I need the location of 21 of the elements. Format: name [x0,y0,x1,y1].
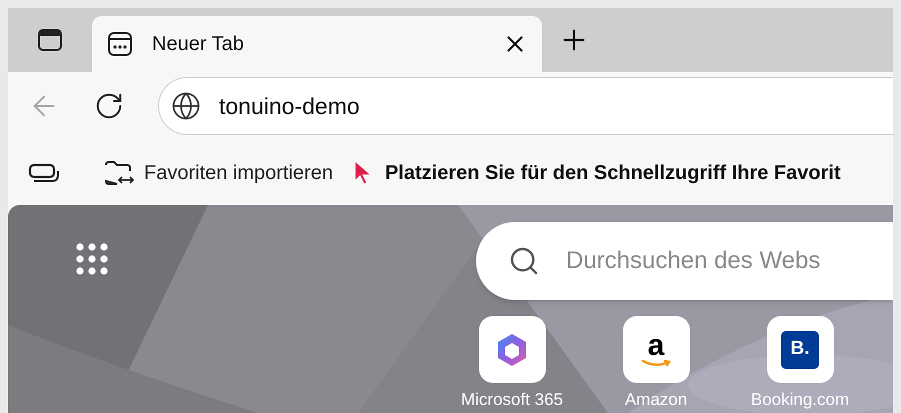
booking-logo: B. [781,330,819,368]
search-field[interactable]: Durchsuchen des Webs [476,222,893,300]
tab-title: Neuer Tab [152,32,245,57]
tab-actions-icon[interactable] [37,27,63,53]
quick-link-tile[interactable]: B. [766,316,834,383]
amazon-logo: a [641,332,671,368]
reload-icon[interactable] [94,91,124,121]
browser-tab[interactable]: Neuer Tab [92,16,542,72]
quick-link-tile[interactable] [478,316,546,383]
quick-link-label[interactable]: Microsoft 365 [460,387,564,412]
search-icon [508,245,540,277]
favorites-hint: Platzieren Sie für den Schnellzugriff Ihre Favorit [384,160,841,186]
address-text: tonuino-demo [219,92,360,121]
globe-icon [171,91,201,121]
address-bar[interactable]: tonuino-demo [158,77,893,135]
cursor-icon [352,158,375,186]
apps-grid-icon[interactable] [75,242,109,276]
quick-link-tile[interactable]: a [622,316,690,383]
tab-page-icon [106,30,134,58]
favorites-bar-item[interactable]: Favoriten importieren [80,156,333,188]
collections-icon[interactable] [28,162,60,184]
